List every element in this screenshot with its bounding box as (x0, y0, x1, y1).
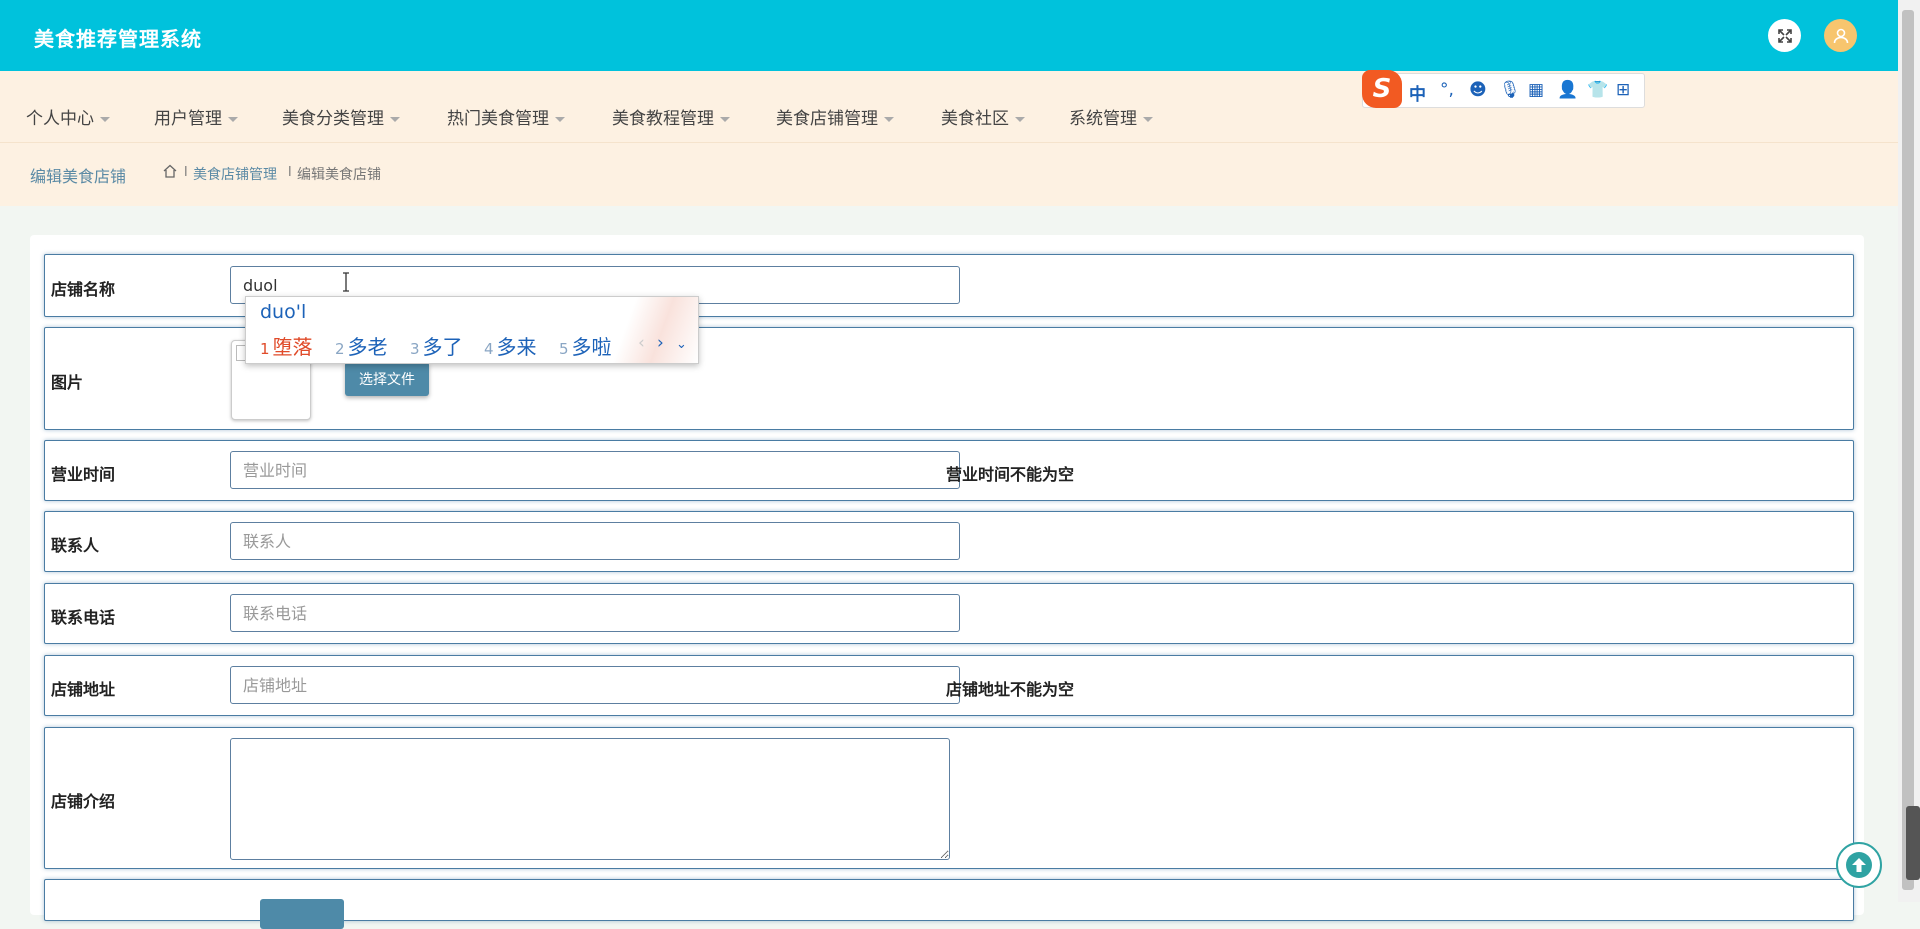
back-to-top-button[interactable] (1836, 842, 1882, 888)
ime-candidate[interactable]: 4 多来 (484, 331, 537, 360)
chevron-down-icon (1015, 116, 1025, 122)
breadcrumb-current: 编辑美食店铺 (297, 167, 381, 183)
expand-icon (1777, 28, 1792, 43)
form-row-intro: 店铺介绍 (44, 727, 1854, 869)
shop-name-label: 店铺名称 (51, 280, 116, 299)
contact-input[interactable] (230, 522, 960, 560)
image-label: 图片 (51, 373, 84, 392)
chevron-down-icon (100, 116, 110, 122)
emoji-icon[interactable]: ☻ (1469, 80, 1487, 100)
keyboard-icon[interactable]: ▦ (1528, 80, 1544, 100)
chevron-down-icon (720, 116, 730, 122)
intro-label: 店铺介绍 (51, 792, 116, 811)
page-title: 编辑美食店铺 (30, 167, 127, 186)
phone-label: 联系电话 (51, 608, 116, 627)
home-icon[interactable] (162, 163, 178, 179)
user-icon (1833, 28, 1848, 43)
chevron-down-icon (390, 116, 400, 122)
phone-input[interactable] (230, 594, 960, 632)
ime-candidate[interactable]: 5 多啦 (559, 331, 612, 360)
ime-candidate-window: duo'l 1 堕落 2 多老 3 多了 4 多来 5 多啦 ‹ › ⌄ (245, 296, 699, 364)
breadcrumb-link-shop-management[interactable]: 美食店铺管理 (193, 164, 277, 184)
nav-item-system-management[interactable]: 系统管理 (1069, 104, 1153, 129)
scrollbar-thumb[interactable] (1902, 10, 1914, 890)
form-row-contact: 联系人 (44, 511, 1854, 572)
contact-label: 联系人 (51, 536, 100, 555)
nav-item-hot-food[interactable]: 热门美食管理 (447, 104, 565, 129)
nav-item-personal-center[interactable]: 个人中心 (26, 104, 110, 129)
address-input[interactable] (230, 666, 960, 704)
choose-file-button[interactable]: 选择文件 (345, 362, 429, 396)
form-row-phone: 联系电话 (44, 583, 1854, 644)
ime-candidate[interactable]: 1 堕落 (260, 331, 313, 360)
ime-next-icon[interactable]: › (657, 333, 664, 353)
chevron-down-icon (884, 116, 894, 122)
hours-error: 营业时间不能为空 (946, 465, 1075, 484)
toolbox-icon[interactable]: ⊞ (1616, 80, 1630, 100)
form-row-address: 店铺地址 店铺地址不能为空 (44, 655, 1854, 716)
nav-item-food-community[interactable]: 美食社区 (941, 104, 1025, 129)
ime-expand-icon[interactable]: ⌄ (676, 337, 687, 352)
address-error: 店铺地址不能为空 (946, 680, 1075, 699)
account-icon[interactable]: 👤 (1557, 80, 1578, 100)
breadcrumb-separator: l (184, 165, 188, 180)
hours-input[interactable] (230, 451, 960, 489)
nav-item-user-management[interactable]: 用户管理 (154, 104, 238, 129)
ime-mode-toggle[interactable]: 中 (1409, 80, 1426, 105)
user-avatar-button[interactable] (1824, 19, 1857, 52)
ime-prev-icon[interactable]: ‹ (638, 333, 645, 353)
ime-candidate[interactable]: 3 多了 (410, 331, 463, 360)
intro-textarea[interactable] (230, 738, 950, 860)
chevron-down-icon (1143, 116, 1153, 122)
arrow-up-icon (1846, 852, 1872, 878)
ime-candidate[interactable]: 2 多老 (335, 331, 388, 360)
ime-toolbar: S 中 °, ☻ 🎙 ▦ 👤 👕 ⊞ (1362, 70, 1645, 108)
nav-item-food-tutorial[interactable]: 美食教程管理 (612, 104, 730, 129)
nav-item-food-shop[interactable]: 美食店铺管理 (776, 104, 894, 129)
ime-pinyin: duo'l (260, 301, 307, 323)
fullscreen-button[interactable] (1768, 19, 1801, 52)
nav-item-food-category[interactable]: 美食分类管理 (282, 104, 400, 129)
form-row-hours: 营业时间 营业时间不能为空 (44, 440, 1854, 501)
form-row-next (44, 879, 1854, 929)
top-header: 美食推荐管理系统 (0, 0, 1898, 71)
punctuation-icon[interactable]: °, (1440, 80, 1454, 100)
breadcrumb-separator: l (288, 165, 292, 180)
chevron-down-icon (555, 116, 565, 122)
app-title: 美食推荐管理系统 (34, 27, 202, 51)
hours-label: 营业时间 (51, 465, 116, 484)
skin-icon[interactable]: 👕 (1587, 80, 1608, 100)
scroll-indicator (1906, 806, 1920, 880)
breadcrumb: 编辑美食店铺 l 美食店铺管理 l 编辑美食店铺 (0, 143, 1898, 206)
text-cursor-icon (343, 272, 349, 292)
partial-button[interactable] (260, 899, 344, 929)
microphone-icon[interactable]: 🎙 (1499, 80, 1521, 100)
address-label: 店铺地址 (51, 680, 116, 699)
chevron-down-icon (228, 116, 238, 122)
ime-logo[interactable]: S (1362, 70, 1402, 108)
